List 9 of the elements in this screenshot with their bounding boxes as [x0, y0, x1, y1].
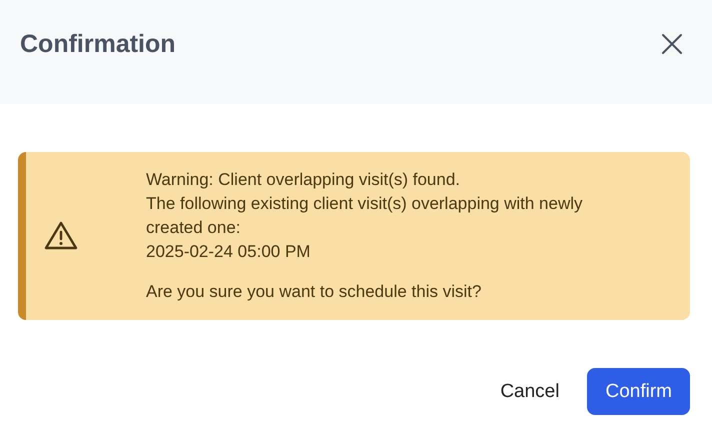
cancel-button[interactable]: Cancel: [482, 368, 578, 415]
dialog-title: Confirmation: [20, 30, 176, 58]
confirm-button[interactable]: Confirm: [587, 368, 690, 415]
warning-text: 2025-02-24 05:00 PM: [146, 241, 312, 263]
warning-text: The following existing client visit(s) overlapping with newly created one:: [146, 193, 584, 239]
close-icon: [661, 33, 683, 55]
question-text: Are you sure you want to schedule this visit?: [146, 281, 482, 303]
warning-icon: [44, 221, 78, 251]
warning-text: Warning: Client overlapping visit(s) found.: [146, 169, 462, 191]
